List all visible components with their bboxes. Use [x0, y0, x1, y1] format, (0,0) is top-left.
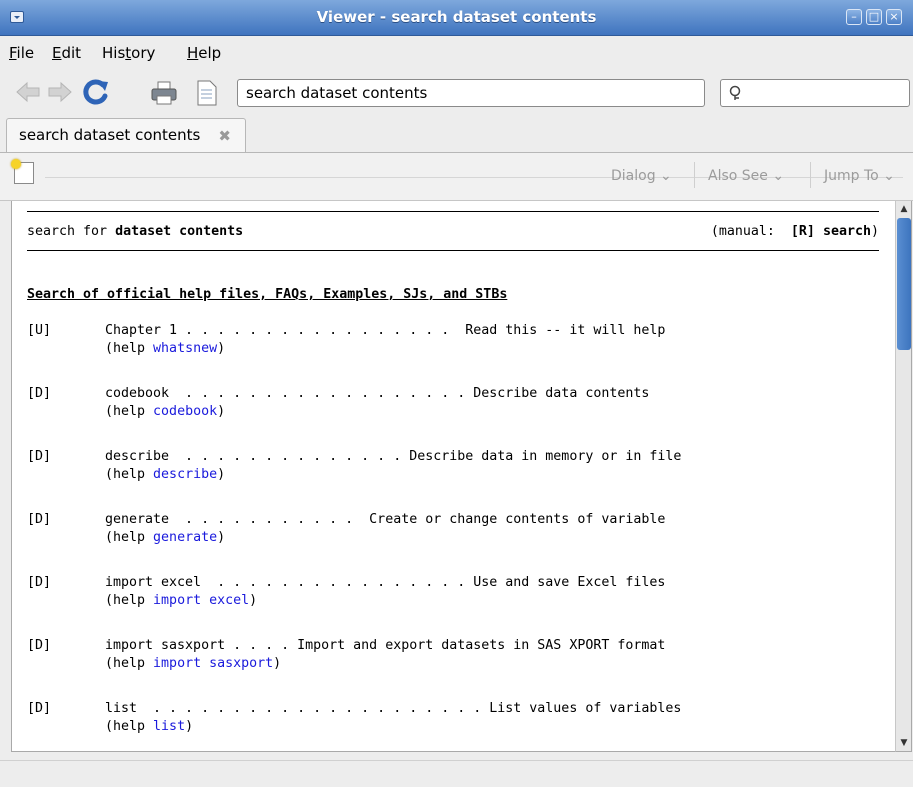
new-viewer-icon[interactable]	[11, 159, 34, 184]
vertical-scrollbar[interactable]: ▲ ▼	[895, 201, 912, 752]
scroll-down-icon[interactable]: ▼	[897, 736, 911, 750]
section-title: Search of official help files, FAQs, Exa…	[27, 287, 508, 302]
scroll-up-icon[interactable]: ▲	[897, 202, 911, 216]
list-item: [D] codebook . . . . . . . . . . . . . .…	[27, 386, 650, 419]
menu-help[interactable]: Help	[187, 44, 221, 62]
status-bar	[0, 760, 913, 787]
bottom-rule	[27, 250, 879, 251]
tab-search-dataset-contents[interactable]: search dataset contents ✖	[6, 118, 246, 152]
chevron-down-icon: ⌄	[660, 168, 672, 184]
search-header: search for dataset contents (manual: [R]…	[27, 224, 879, 239]
help-link[interactable]: import sasxport	[153, 656, 273, 671]
menu-file[interactable]: File	[9, 44, 34, 62]
tab-close-icon[interactable]: ✖	[218, 127, 231, 145]
list-item: [D] generate . . . . . . . . . . . Creat…	[27, 512, 666, 545]
menu-edit[interactable]: Edit	[52, 44, 81, 62]
forward-arrow-icon[interactable]	[47, 81, 73, 103]
maximize-icon[interactable]: □	[866, 9, 882, 25]
document-icon[interactable]	[196, 79, 218, 107]
title-bar: Viewer - search dataset contents – □ ×	[0, 0, 913, 36]
list-item: [D] list . . . . . . . . . . . . . . . .…	[27, 701, 682, 734]
address-input[interactable]: search dataset contents	[237, 79, 705, 107]
manual-reference: (manual: [R] search)	[710, 224, 879, 239]
refresh-icon[interactable]	[81, 78, 111, 106]
top-rule	[27, 211, 879, 212]
minimize-icon[interactable]: –	[846, 9, 862, 25]
chevron-down-icon: ⌄	[883, 168, 895, 184]
menu-bar: File Edit History Help	[0, 37, 913, 67]
list-item: [D] import excel . . . . . . . . . . . .…	[27, 575, 666, 608]
help-content: search for dataset contents (manual: [R]…	[11, 201, 896, 752]
separator	[810, 162, 811, 188]
help-link[interactable]: generate	[153, 530, 217, 545]
search-icon	[729, 85, 741, 100]
list-item: [U] Chapter 1 . . . . . . . . . . . . . …	[27, 323, 666, 356]
help-link[interactable]: list	[153, 719, 185, 734]
manual-link[interactable]: [R] search	[791, 224, 871, 239]
dialog-dropdown[interactable]: Dialog ⌄	[611, 168, 672, 184]
list-item: [D] import sasxport . . . . Import and e…	[27, 638, 666, 671]
menu-history[interactable]: History	[102, 44, 155, 62]
jump-to-dropdown[interactable]: Jump To ⌄	[824, 168, 895, 184]
help-link[interactable]: describe	[153, 467, 217, 482]
close-icon[interactable]: ×	[886, 9, 902, 25]
scroll-thumb[interactable]	[897, 218, 911, 350]
help-link[interactable]: whatsnew	[153, 341, 217, 356]
separator	[694, 162, 695, 188]
back-arrow-icon[interactable]	[15, 81, 41, 103]
tab-label: search dataset contents	[19, 126, 201, 144]
print-icon[interactable]	[150, 80, 178, 106]
window-title: Viewer - search dataset contents	[316, 8, 597, 26]
list-item: [D] describe . . . . . . . . . . . . . .…	[27, 449, 682, 482]
help-link[interactable]: codebook	[153, 404, 217, 419]
help-link[interactable]: import excel	[153, 593, 249, 608]
chevron-down-icon: ⌄	[772, 168, 785, 184]
also-see-dropdown[interactable]: Also See ⌄	[708, 168, 784, 184]
find-input[interactable]	[720, 79, 910, 107]
